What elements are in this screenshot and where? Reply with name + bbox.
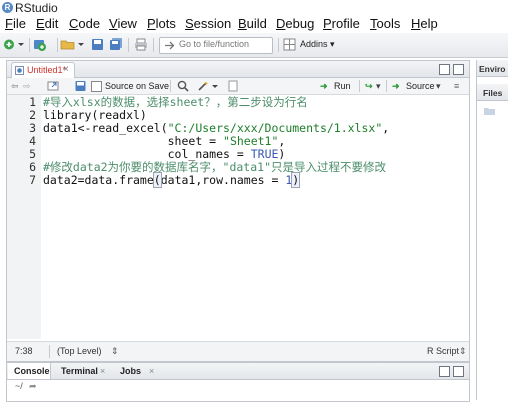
editor-save-icon[interactable] — [75, 80, 86, 92]
editor-toolbar: ⇦ ⇨ Source on Save ➜ Run ↪ ▾ ➜ Source ▾ … — [7, 78, 469, 95]
toolbar-separator — [278, 38, 279, 52]
save-icon[interactable] — [91, 37, 104, 52]
menu-edit[interactable]: Edit — [36, 16, 58, 31]
menu-plots[interactable]: Plots — [147, 16, 176, 31]
close-tab-icon[interactable]: × — [63, 64, 69, 75]
rerun-chevron-icon[interactable]: ▾ — [376, 81, 381, 92]
line-number: 7 — [29, 173, 36, 187]
tab-console[interactable]: Console — [14, 366, 50, 376]
close-jobs-icon[interactable]: × — [149, 366, 154, 376]
editor-tabstrip: Untitled1* × — [7, 61, 469, 78]
r-file-icon — [15, 66, 24, 75]
new-file-icon[interactable] — [3, 37, 27, 52]
forward-arrow-icon[interactable]: ⇨ — [23, 81, 31, 92]
minimize-console-icon[interactable] — [439, 366, 450, 377]
tab-label: Untitled1* — [27, 65, 67, 75]
outline-list-icon[interactable]: ≡ — [454, 81, 459, 91]
code-editor[interactable]: 1 2 3 4 5 6 7 #导入xlsx的数据，选择sheet？，第二步设为行… — [7, 95, 469, 339]
scope-chevron-icon[interactable]: ⇕ — [111, 346, 119, 357]
menu-build[interactable]: Build — [238, 16, 267, 31]
minimize-pane-icon[interactable] — [439, 64, 450, 75]
tab-files[interactable]: Files — [483, 88, 502, 98]
new-project-icon[interactable] — [33, 37, 55, 52]
run-button[interactable]: Run — [334, 81, 351, 91]
file-type-chevron-icon[interactable]: ⇕ — [459, 346, 467, 357]
scope-selector[interactable]: (Top Level) — [57, 346, 102, 356]
compile-report-icon[interactable] — [228, 80, 238, 92]
tab-terminal[interactable]: Terminal — [61, 366, 98, 376]
search-icon[interactable] — [177, 80, 189, 92]
show-in-window-icon[interactable] — [47, 80, 59, 92]
goto-placeholder: Go to file/function — [179, 39, 250, 49]
text-cursor — [299, 174, 301, 186]
menu-code[interactable]: Code — [69, 16, 100, 31]
main-toolbar: Go to file/function Addins ▾ — [0, 33, 508, 58]
menu-file[interactable]: File — [5, 16, 26, 31]
menu-debug[interactable]: Debug — [276, 16, 314, 31]
run-arrow-icon: ➜ — [320, 81, 328, 91]
toolbar-separator — [153, 38, 154, 52]
line-number-gutter: 1 2 3 4 5 6 7 — [7, 95, 41, 339]
back-arrow-icon[interactable]: ⇦ — [11, 81, 19, 92]
magic-wand-icon[interactable] — [197, 80, 219, 92]
maximize-console-icon[interactable] — [453, 366, 464, 377]
print-icon[interactable] — [134, 37, 148, 52]
cursor-position: 7:38 — [15, 346, 33, 356]
tab-untitled1[interactable]: Untitled1* × — [11, 62, 75, 78]
editor-status-bar: 7:38 (Top Level) ⇕ R Script ⇕ — [7, 341, 469, 361]
addins-menu[interactable]: Addins ▾ — [300, 39, 335, 50]
source-editor-pane: Untitled1* × ⇦ ⇨ Source on Save ➜ Run ↪ — [6, 60, 470, 362]
toolbar-separator — [29, 38, 30, 52]
open-folder-icon[interactable] — [60, 37, 86, 52]
console-working-dir: ~/ — [15, 381, 23, 391]
console-tabstrip: Console Terminal × Jobs × — [7, 363, 469, 380]
file-type-selector[interactable]: R Script — [427, 346, 459, 356]
save-all-icon[interactable] — [109, 37, 124, 52]
console-path-arrow-icon[interactable]: ➦ — [29, 381, 37, 392]
matching-paren-highlight: ( — [152, 172, 162, 188]
rerun-icon[interactable]: ↪ — [365, 81, 373, 92]
menu-help[interactable]: Help — [411, 16, 438, 31]
chevron-down-icon: ▾ — [330, 39, 335, 49]
title-bar: R RStudio — [0, 0, 508, 15]
source-button[interactable]: Source — [406, 81, 435, 91]
toolbar-separator — [386, 80, 387, 92]
toolbar-separator — [359, 80, 360, 92]
maximize-pane-icon[interactable] — [453, 64, 464, 75]
tab-jobs[interactable]: Jobs — [120, 366, 141, 376]
code-line-7: data2=data.frame(data1,row.names = 1) — [43, 172, 301, 188]
files-new-folder-icon[interactable] — [483, 106, 497, 116]
toolbar-separator — [170, 80, 171, 92]
menu-profile[interactable]: Profile — [323, 16, 360, 31]
toolbar-separator — [49, 345, 50, 358]
menu-tools[interactable]: Tools — [370, 16, 400, 31]
goto-file-function-input[interactable]: Go to file/function — [159, 37, 273, 54]
source-arrow-icon: ➜ — [392, 81, 400, 91]
toolbar-separator — [57, 38, 58, 52]
toolbar-separator — [128, 38, 129, 52]
console-pane: Console Terminal × Jobs × ~/ ➦ — [6, 362, 470, 402]
right-pane: Enviro Files — [476, 60, 508, 400]
menu-session[interactable]: Session — [185, 16, 231, 31]
close-terminal-icon[interactable]: × — [100, 366, 105, 376]
tab-environment[interactable]: Enviro — [479, 64, 505, 74]
menu-bar: File Edit Code View Plots Session Build … — [0, 15, 508, 33]
rstudio-logo-icon: R — [2, 2, 13, 13]
source-chevron-icon[interactable]: ▾ — [436, 81, 441, 92]
grid-layout-icon[interactable] — [283, 37, 296, 52]
app-title: RStudio — [15, 1, 58, 15]
source-on-save-checkbox[interactable] — [91, 81, 102, 92]
addins-label: Addins — [300, 39, 328, 49]
menu-view[interactable]: View — [109, 16, 137, 31]
source-on-save-label: Source on Save — [105, 81, 170, 91]
goto-arrow-icon — [165, 41, 175, 50]
